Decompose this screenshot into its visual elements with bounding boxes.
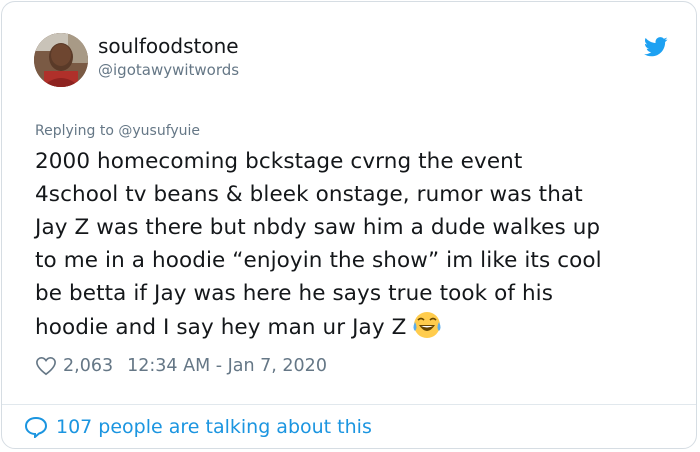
tweet-line: 4school tv beans & bleek onstage, rumor … — [35, 182, 583, 207]
conversation-link[interactable]: 107 people are talking about this — [24, 416, 372, 438]
tears-of-joy-emoji — [413, 312, 441, 338]
tweet-line: 2000 homecoming bckstage cvrng the event — [35, 149, 523, 174]
tweet-last-line: hoodie and I say hey man ur Jay Z — [35, 310, 685, 344]
author-handle[interactable]: @igotawywitwords — [98, 61, 239, 79]
tweet-line: Jay Z was there but nbdy saw him a dude … — [35, 215, 601, 240]
tweet-line: be betta if Jay was here he says true to… — [35, 281, 554, 306]
speech-bubble-icon — [24, 416, 48, 438]
avatar-photo — [34, 33, 88, 87]
tweet-line: hoodie and I say hey man ur Jay Z — [35, 315, 407, 340]
divider — [2, 404, 696, 405]
tweet-line: to me in a hoodie “enjoyin the show” im … — [35, 248, 602, 273]
timestamp[interactable]: 12:34 AM - Jan 7, 2020 — [127, 356, 327, 376]
twitter-bird-icon[interactable] — [644, 37, 668, 57]
like-count[interactable]: 2,063 — [63, 356, 113, 376]
replying-to[interactable]: Replying to @yusufyuie — [35, 123, 200, 139]
heart-icon[interactable] — [35, 356, 57, 376]
avatar[interactable] — [34, 33, 88, 87]
author-display-name[interactable]: soulfoodstone — [98, 34, 239, 58]
tweet-meta: 2,063 12:34 AM - Jan 7, 2020 — [35, 353, 327, 379]
tweet-text: 2000 homecoming bckstage cvrng the event… — [35, 145, 685, 344]
tweet-card[interactable]: soulfoodstone @igotawywitwords Replying … — [1, 1, 697, 449]
conversation-count-text[interactable]: 107 people are talking about this — [56, 416, 372, 438]
